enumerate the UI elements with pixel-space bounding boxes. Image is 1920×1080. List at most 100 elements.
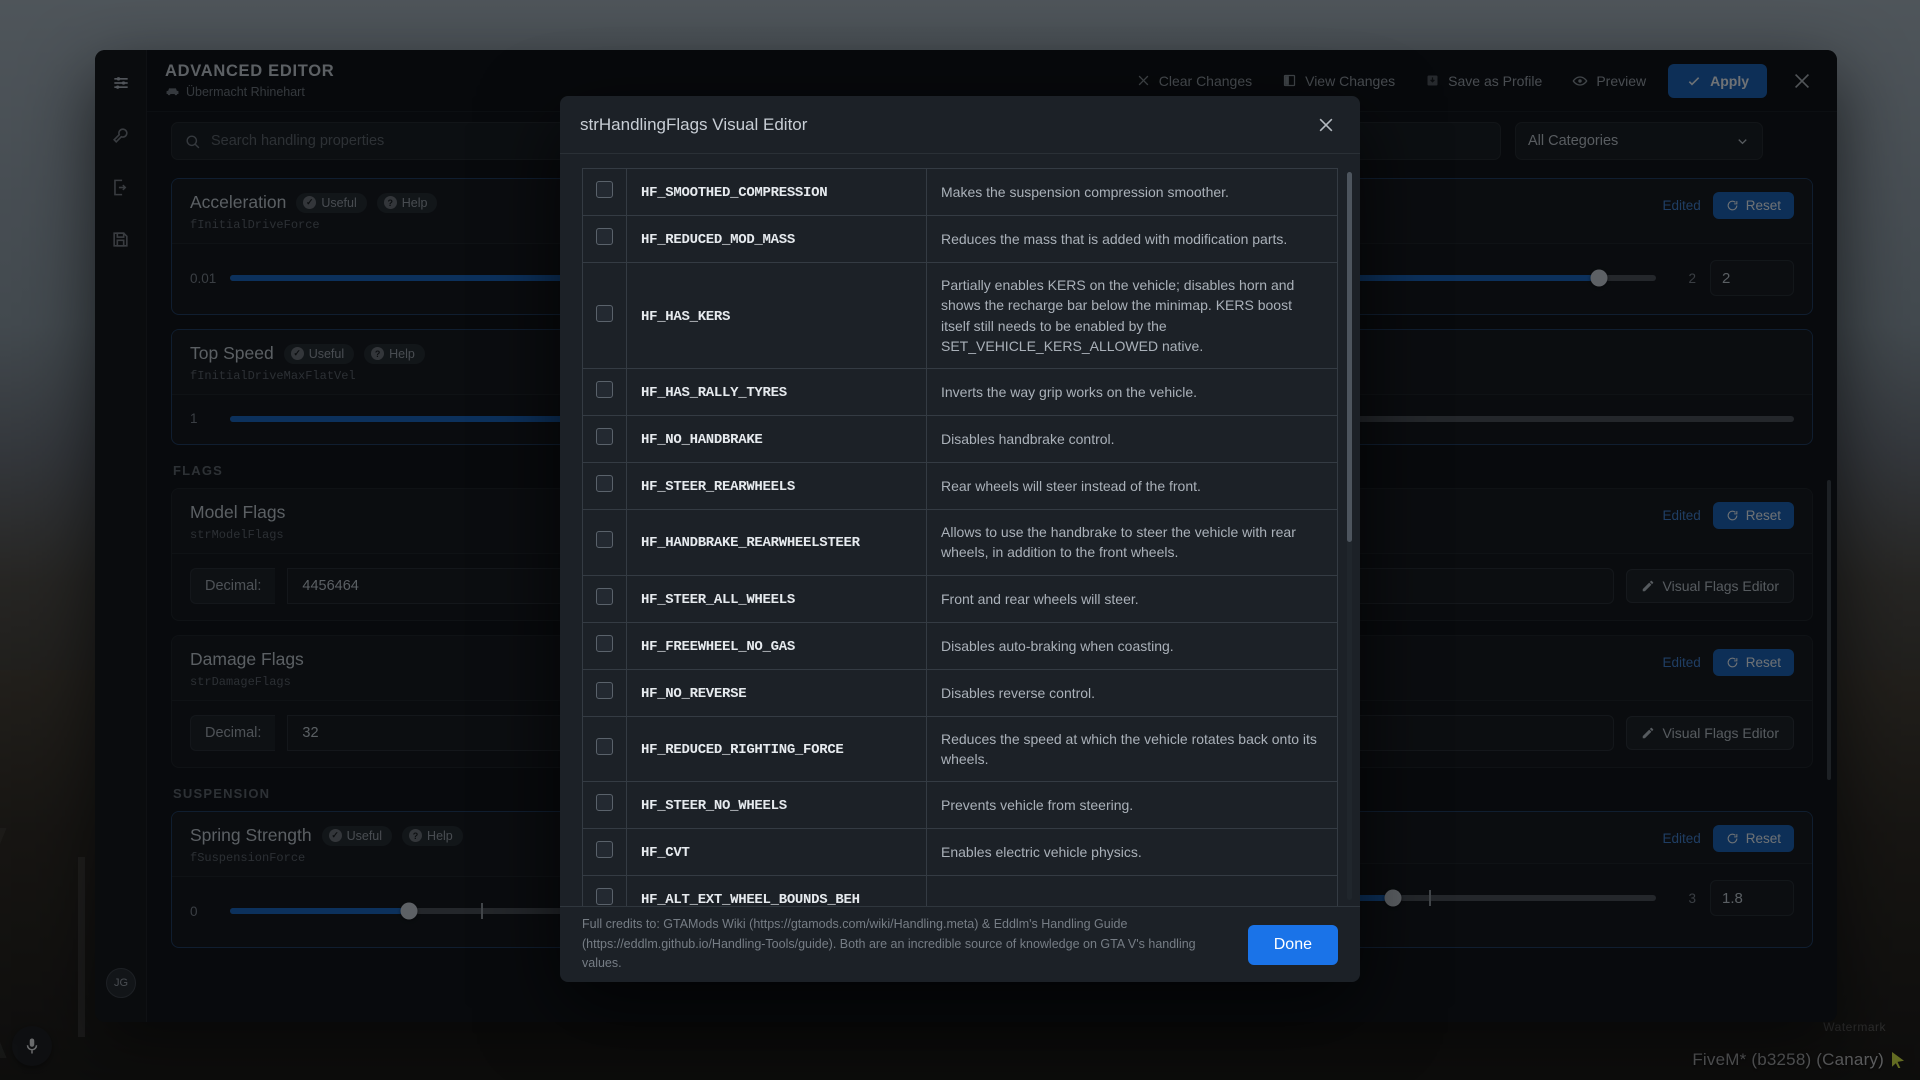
flag-desc-cell: Disables reverse control. [927, 669, 1338, 716]
flag-row[interactable]: HF_STEER_NO_WHEELS Prevents vehicle from … [583, 782, 1338, 829]
flag-checkbox-cell[interactable] [583, 369, 627, 416]
flag-description: Disables auto-braking when coasting. [941, 638, 1174, 654]
flag-checkbox-cell[interactable] [583, 416, 627, 463]
flag-name: HF_HAS_KERS [641, 309, 730, 325]
flag-checkbox-cell[interactable] [583, 716, 627, 782]
flag-name: HF_HANDBRAKE_REARWHEELSTEER [641, 535, 860, 551]
flag-checkbox[interactable] [596, 228, 613, 245]
flag-checkbox-cell[interactable] [583, 263, 627, 369]
flag-row[interactable]: HF_STEER_ALL_WHEELS Front and rear wheels… [583, 575, 1338, 622]
flag-desc-cell: Makes the suspension compression smoothe… [927, 169, 1338, 216]
flag-checkbox-cell[interactable] [583, 829, 627, 876]
flag-description: Makes the suspension compression smoothe… [941, 184, 1229, 200]
flag-checkbox[interactable] [596, 635, 613, 652]
flag-name: HF_CVT [641, 845, 690, 861]
flag-checkbox-cell[interactable] [583, 216, 627, 263]
flag-row[interactable]: HF_HANDBRAKE_REARWHEELSTEER Allows to use… [583, 510, 1338, 576]
flag-name-cell: HF_NO_REVERSE [627, 669, 927, 716]
flag-name-cell: HF_REDUCED_MOD_MASS [627, 216, 927, 263]
flag-desc-cell: Rear wheels will steer instead of the fr… [927, 463, 1338, 510]
flag-description: Disables reverse control. [941, 685, 1095, 701]
modal-scrollbar[interactable] [1347, 172, 1352, 900]
flag-checkbox-cell[interactable] [583, 169, 627, 216]
flag-checkbox[interactable] [596, 381, 613, 398]
flag-checkbox-cell[interactable] [583, 782, 627, 829]
flag-row[interactable]: HF_ALT_EXT_WHEEL_BOUNDS_BEH [583, 876, 1338, 906]
flag-row[interactable]: HF_REDUCED_MOD_MASS Reduces the mass that… [583, 216, 1338, 263]
flag-checkbox[interactable] [596, 428, 613, 445]
flag-checkbox-cell[interactable] [583, 575, 627, 622]
flag-name-cell: HF_CVT [627, 829, 927, 876]
flag-desc-cell: Inverts the way grip works on the vehicl… [927, 369, 1338, 416]
flag-description: Front and rear wheels will steer. [941, 591, 1139, 607]
flag-description: Inverts the way grip works on the vehicl… [941, 384, 1197, 400]
flag-row[interactable]: HF_FREEWHEEL_NO_GAS Disables auto-braking… [583, 622, 1338, 669]
flag-name: HF_STEER_REARWHEELS [641, 479, 795, 495]
visual-flags-editor-modal: strHandlingFlags Visual Editor HF_SMOOTH… [560, 96, 1360, 982]
flag-description: Enables electric vehicle physics. [941, 844, 1142, 860]
flags-table: HF_SMOOTHED_COMPRESSION Makes the suspens… [582, 168, 1338, 906]
close-icon [1316, 115, 1336, 135]
flag-checkbox-cell[interactable] [583, 463, 627, 510]
modal-credits: Full credits to: GTAMods Wiki (https://g… [582, 915, 1228, 973]
flag-description: Rear wheels will steer instead of the fr… [941, 478, 1201, 494]
flag-name: HF_NO_REVERSE [641, 686, 746, 702]
flag-checkbox[interactable] [596, 738, 613, 755]
flag-row[interactable]: HF_NO_REVERSE Disables reverse control. [583, 669, 1338, 716]
flag-checkbox[interactable] [596, 531, 613, 548]
flag-desc-cell: Enables electric vehicle physics. [927, 829, 1338, 876]
flag-name-cell: HF_STEER_NO_WHEELS [627, 782, 927, 829]
flag-checkbox[interactable] [596, 475, 613, 492]
flag-desc-cell: Disables handbrake control. [927, 416, 1338, 463]
modal-close-button[interactable] [1312, 111, 1340, 139]
flag-name: HF_NO_HANDBRAKE [641, 432, 763, 448]
flag-checkbox-cell[interactable] [583, 510, 627, 576]
flag-name: HF_STEER_NO_WHEELS [641, 798, 787, 814]
flag-row[interactable]: HF_CVT Enables electric vehicle physics. [583, 829, 1338, 876]
flag-name-cell: HF_NO_HANDBRAKE [627, 416, 927, 463]
flag-checkbox[interactable] [596, 588, 613, 605]
flag-desc-cell: Reduces the speed at which the vehicle r… [927, 716, 1338, 782]
flag-row[interactable]: HF_REDUCED_RIGHTING_FORCEReduces the spe… [583, 716, 1338, 782]
flag-name-cell: HF_FREEWHEEL_NO_GAS [627, 622, 927, 669]
flag-desc-cell: Disables auto-braking when coasting. [927, 622, 1338, 669]
flag-desc-cell: Partially enables KERS on the vehicle; d… [927, 263, 1338, 369]
flag-row[interactable]: HF_HAS_RALLY_TYRES Inverts the way grip w… [583, 369, 1338, 416]
flag-description: Allows to use the handbrake to steer the… [941, 524, 1296, 560]
flag-checkbox[interactable] [596, 682, 613, 699]
modal-header: strHandlingFlags Visual Editor [560, 96, 1360, 154]
flag-desc-cell: Front and rear wheels will steer. [927, 575, 1338, 622]
flag-checkbox-cell[interactable] [583, 876, 627, 906]
flag-row[interactable]: HF_NO_HANDBRAKE Disables handbrake contro… [583, 416, 1338, 463]
flags-table-body: HF_SMOOTHED_COMPRESSION Makes the suspens… [583, 169, 1338, 907]
flag-row[interactable]: HF_SMOOTHED_COMPRESSION Makes the suspens… [583, 169, 1338, 216]
flag-checkbox[interactable] [596, 794, 613, 811]
flag-name-cell: HF_REDUCED_RIGHTING_FORCE [627, 716, 927, 782]
flag-name: HF_SMOOTHED_COMPRESSION [641, 185, 827, 201]
flag-name-cell: HF_SMOOTHED_COMPRESSION [627, 169, 927, 216]
modal-scrollbar-thumb[interactable] [1347, 172, 1352, 542]
flag-description: Prevents vehicle from steering. [941, 797, 1133, 813]
done-button[interactable]: Done [1248, 925, 1338, 965]
flag-checkbox-cell[interactable] [583, 669, 627, 716]
flag-checkbox[interactable] [596, 888, 613, 905]
flag-checkbox[interactable] [596, 305, 613, 322]
flag-name: HF_FREEWHEEL_NO_GAS [641, 639, 795, 655]
flag-name-cell: HF_STEER_ALL_WHEELS [627, 575, 927, 622]
flag-name-cell: HF_HAS_RALLY_TYRES [627, 369, 927, 416]
flag-desc-cell: Prevents vehicle from steering. [927, 782, 1338, 829]
flag-description: Disables handbrake control. [941, 431, 1115, 447]
modal-body: HF_SMOOTHED_COMPRESSION Makes the suspens… [560, 154, 1360, 906]
flag-name-cell: HF_STEER_REARWHEELS [627, 463, 927, 510]
flag-checkbox[interactable] [596, 181, 613, 198]
flag-checkbox[interactable] [596, 841, 613, 858]
flag-description: Reduces the mass that is added with modi… [941, 231, 1287, 247]
flag-row[interactable]: HF_HAS_KERS Partially enables KERS on the… [583, 263, 1338, 369]
flag-name-cell: HF_HAS_KERS [627, 263, 927, 369]
flag-name: HF_ALT_EXT_WHEEL_BOUNDS_BEH [641, 892, 860, 906]
flag-row[interactable]: HF_STEER_REARWHEELS Rear wheels will stee… [583, 463, 1338, 510]
flag-description: Partially enables KERS on the vehicle; d… [941, 277, 1294, 354]
flag-desc-cell: Reduces the mass that is added with modi… [927, 216, 1338, 263]
flag-checkbox-cell[interactable] [583, 622, 627, 669]
modal-title: strHandlingFlags Visual Editor [580, 115, 807, 135]
